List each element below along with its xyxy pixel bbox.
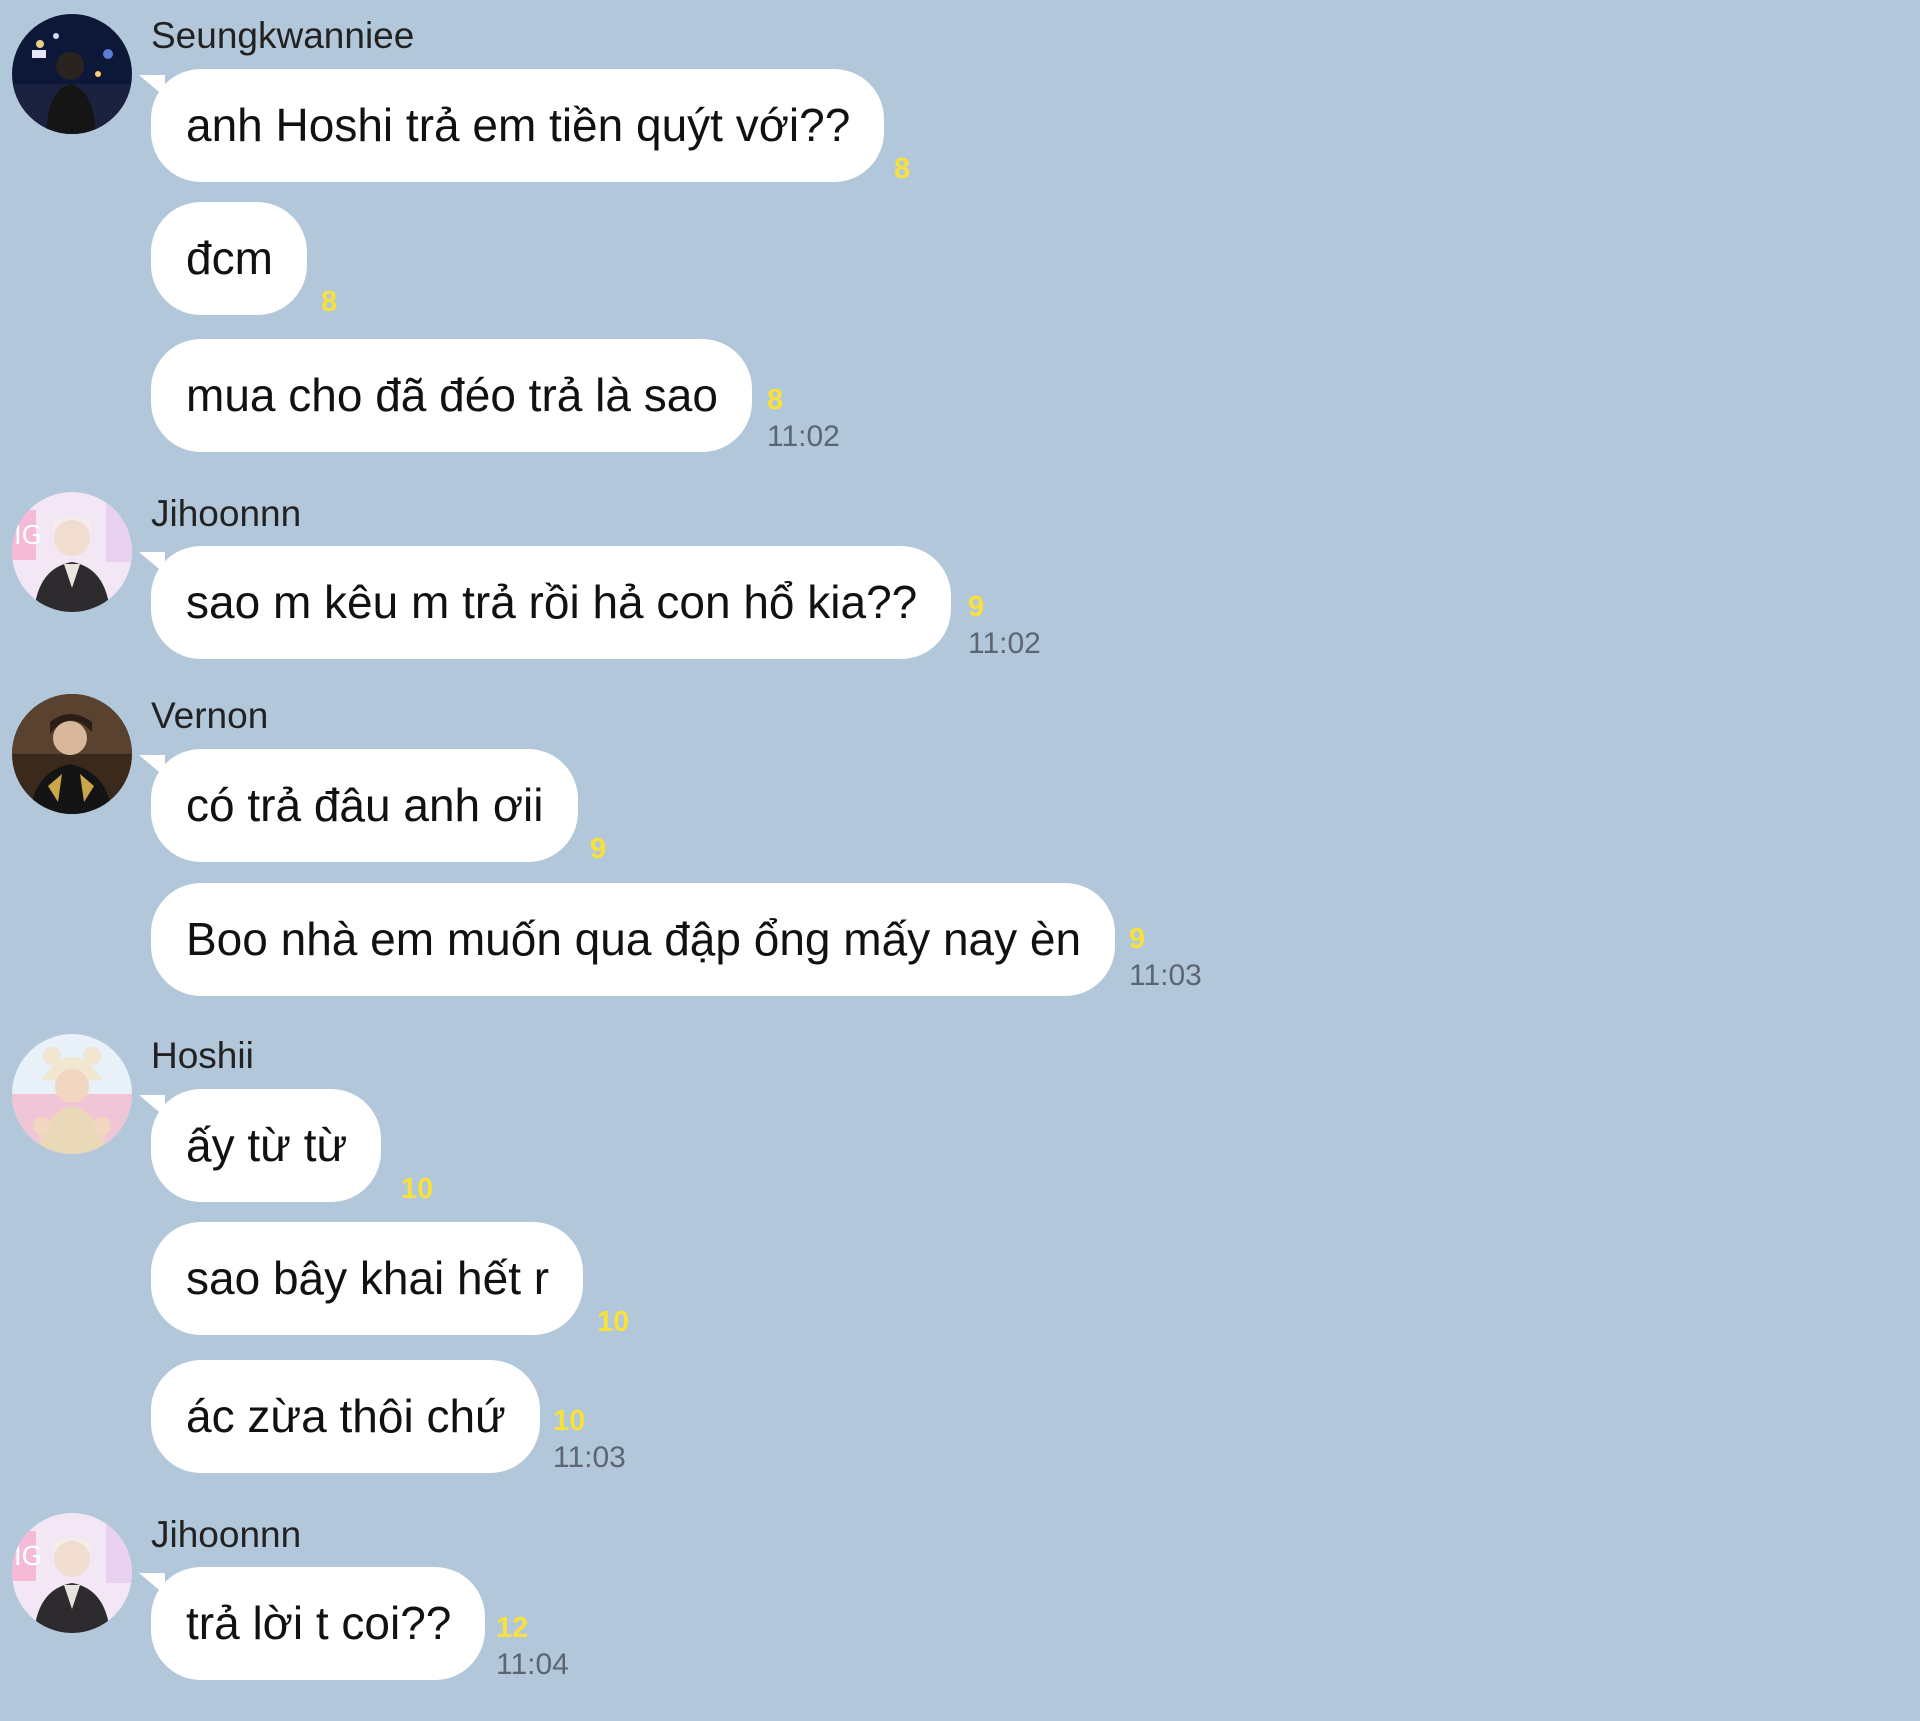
avatar-jihoonnn[interactable]: IG	[12, 492, 132, 612]
unread-count: 9	[590, 833, 607, 865]
avatar-hoshii[interactable]	[12, 1034, 132, 1154]
message-bubble[interactable]: trả lời t coi??	[138, 1567, 486, 1680]
sender-name: Jihoonnn	[151, 493, 302, 534]
message-bubble[interactable]: mua cho đã đéo trả là sao	[151, 339, 752, 452]
sender-name: Seungkwanniee	[151, 15, 415, 56]
message-bubble[interactable]: đcm	[151, 202, 307, 315]
chat-room[interactable]: Seungkwanniee anh Hoshi trả em tiền quýt…	[0, 0, 1920, 1721]
message-bubble[interactable]: anh Hoshi trả em tiền quýt với??	[138, 69, 885, 182]
message-bubble[interactable]: Boo nhà em muốn qua đập ổng mấy nay èn	[151, 883, 1116, 996]
message-bubble[interactable]: sao bây khai hết r	[151, 1222, 584, 1335]
message-time: 11:04	[496, 1648, 569, 1681]
message-time: 11:03	[1129, 959, 1202, 992]
message-bubble[interactable]: ấy từ từ	[138, 1089, 382, 1202]
message-time: 11:03	[553, 1441, 626, 1474]
avatar-jihoonnn-image: IG	[12, 1513, 132, 1633]
message-bubble[interactable]: ác zừa thôi chứ	[151, 1360, 540, 1473]
svg-text:IG: IG	[14, 521, 42, 551]
message-bubble[interactable]: có trả đâu anh ơii	[139, 749, 578, 862]
unread-count: 9	[1129, 923, 1146, 955]
avatar-seungkwanniee[interactable]	[12, 14, 132, 134]
avatar-hoshii-image	[12, 1034, 132, 1154]
sender-name: Jihoonnn	[151, 1514, 302, 1555]
unread-count: 8	[321, 286, 338, 318]
unread-count: 8	[894, 153, 911, 185]
avatar-vernon[interactable]	[12, 694, 132, 814]
message-bubble[interactable]: sao m kêu m trả rồi hả con hổ kia??	[138, 546, 952, 659]
sender-name: Hoshii	[151, 1035, 254, 1076]
unread-count: 10	[553, 1405, 586, 1437]
message-time: 11:02	[767, 420, 840, 453]
sender-name: Vernon	[151, 695, 269, 736]
avatar-jihoonnn[interactable]: IG	[12, 1513, 132, 1633]
unread-count: 12	[496, 1612, 529, 1644]
avatar-vernon-image	[12, 694, 132, 814]
unread-count: 10	[597, 1306, 630, 1338]
avatar-jihoonnn-image: IG	[12, 492, 132, 612]
svg-text:IG: IG	[14, 1542, 42, 1572]
unread-count: 10	[401, 1173, 434, 1205]
message-time: 11:02	[968, 627, 1041, 660]
avatar-seungkwanniee-image	[12, 14, 132, 134]
unread-count: 9	[968, 591, 985, 623]
unread-count: 8	[767, 384, 784, 416]
